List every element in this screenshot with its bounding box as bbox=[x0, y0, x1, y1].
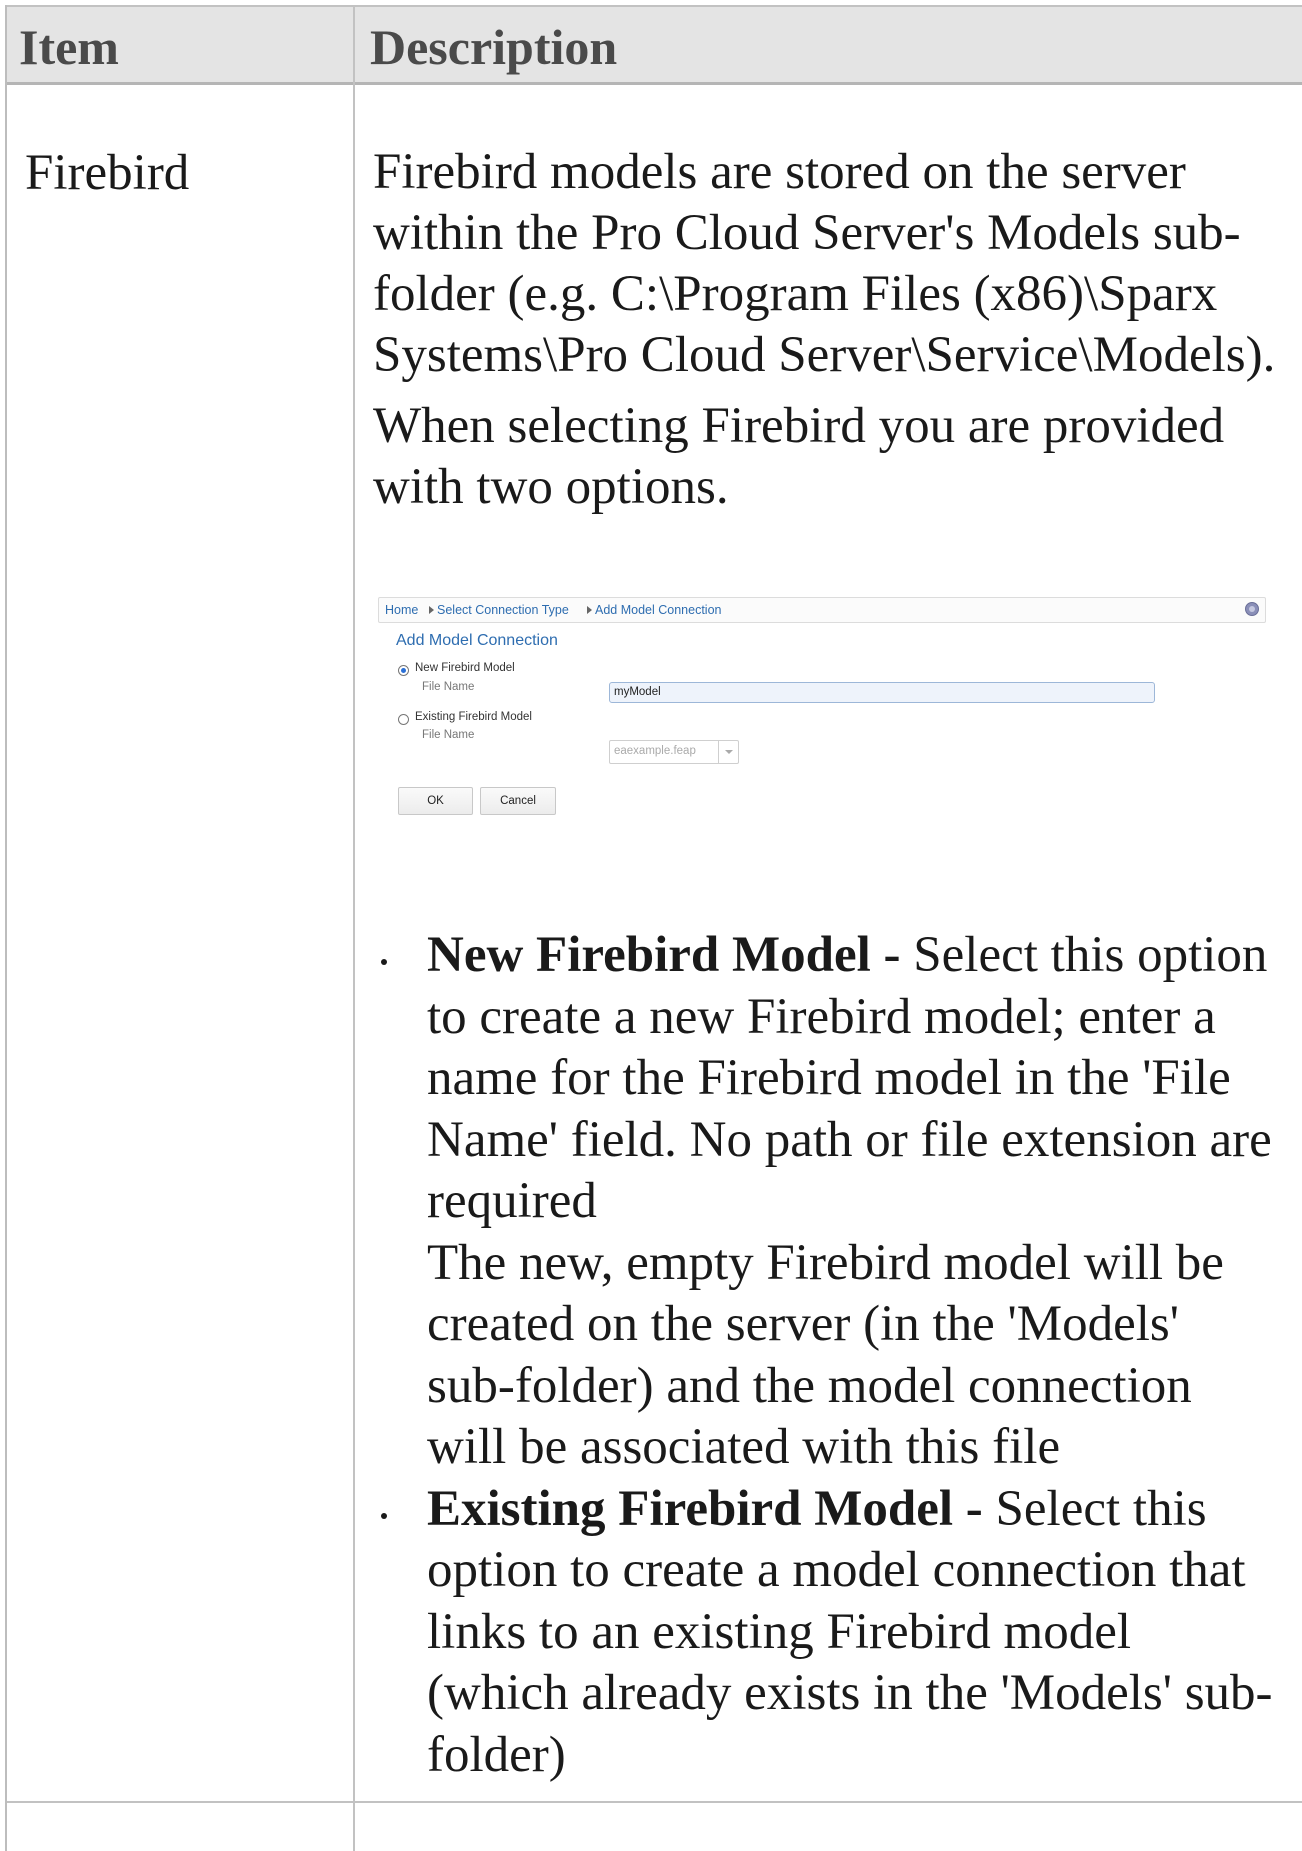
header-item: Item bbox=[19, 19, 119, 75]
chevron-right-icon bbox=[587, 606, 592, 614]
bullet-icon bbox=[381, 959, 387, 965]
add-model-connection-screenshot: Home Select Connection Type Add Model Co… bbox=[378, 597, 1266, 817]
file-name-label: File Name bbox=[422, 729, 475, 741]
help-icon[interactable] bbox=[1245, 602, 1259, 616]
table-header: Item Description bbox=[7, 5, 1302, 85]
description-cell: Firebird models are stored on the server… bbox=[373, 142, 1278, 528]
file-name-input[interactable]: myModel bbox=[609, 682, 1155, 703]
option-term: New Firebird Model - bbox=[427, 927, 914, 983]
ok-button[interactable]: OK bbox=[398, 787, 473, 815]
bullet-icon bbox=[381, 1512, 387, 1519]
chevron-right-icon bbox=[429, 606, 434, 614]
existing-firebird-model-label: Existing Firebird Model bbox=[415, 711, 532, 723]
breadcrumb-home[interactable]: Home bbox=[385, 598, 418, 622]
breadcrumb-select-connection-type[interactable]: Select Connection Type bbox=[437, 598, 569, 622]
option-list: New Firebird Model - Select this option … bbox=[373, 925, 1278, 1786]
list-item: Existing Firebird Model - Select this op… bbox=[373, 1479, 1278, 1787]
breadcrumb-add-model-connection: Add Model Connection bbox=[595, 603, 722, 617]
list-item: New Firebird Model - Select this option … bbox=[373, 925, 1278, 1479]
header-description: Description bbox=[370, 19, 618, 75]
option-extra: The new, empty Firebird model will be cr… bbox=[427, 1234, 1224, 1476]
option-term: Existing Firebird Model - bbox=[427, 1480, 996, 1537]
cancel-button[interactable]: Cancel bbox=[480, 787, 556, 815]
column-divider bbox=[353, 5, 355, 1851]
breadcrumb: Home Select Connection Type Add Model Co… bbox=[378, 597, 1266, 623]
item-name: Firebird bbox=[25, 145, 190, 201]
description-paragraph: When selecting Firebird you are provided… bbox=[373, 398, 1225, 515]
new-firebird-model-label: New Firebird Model bbox=[415, 662, 515, 674]
description-paragraph: Firebird models are stored on the server… bbox=[373, 144, 1276, 383]
chevron-down-icon[interactable] bbox=[718, 741, 739, 763]
file-name-label: File Name bbox=[422, 681, 475, 693]
new-firebird-model-radio[interactable] bbox=[398, 665, 409, 676]
row-divider bbox=[7, 1801, 1302, 1803]
dialog-title: Add Model Connection bbox=[396, 632, 558, 649]
existing-firebird-model-radio[interactable] bbox=[398, 714, 409, 725]
existing-model-select[interactable]: eaexample.feap bbox=[609, 740, 739, 764]
existing-model-value: eaexample.feap bbox=[614, 745, 696, 757]
